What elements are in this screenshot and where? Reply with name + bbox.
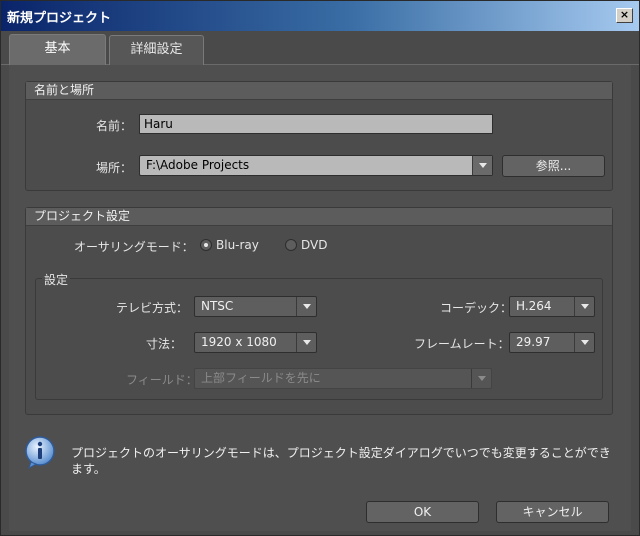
authoring-mode-label: オーサリングモード：: [74, 240, 194, 254]
location-dropdown[interactable]: F:\Adobe Projects: [139, 155, 493, 176]
chevron-down-icon[interactable]: [296, 297, 316, 316]
settings-subgroup-label: 設定: [42, 271, 71, 288]
name-field[interactable]: Haru: [139, 114, 493, 134]
name-label: 名前：: [96, 119, 133, 133]
cancel-button[interactable]: キャンセル: [496, 501, 609, 523]
field-order-value: 上部フィールドを先に: [201, 371, 321, 385]
tab-advanced-settings[interactable]: 詳細設定: [109, 35, 204, 66]
info-icon: [25, 436, 55, 469]
field-order-label: フィールド：: [126, 373, 198, 387]
chevron-down-icon[interactable]: [574, 297, 594, 316]
tab-strip: 基本 詳細設定: [1, 31, 639, 66]
settings-subgroup: 設定 テレビ方式： NTSC コーデック： H.264 寸法： 1920 x 1…: [35, 271, 603, 400]
frame-rate-dropdown[interactable]: 29.97: [509, 332, 595, 353]
tv-format-dropdown[interactable]: NTSC: [194, 296, 317, 317]
frame-rate-label: フレームレート：: [414, 337, 510, 351]
close-button[interactable]: ×: [616, 8, 633, 23]
frame-rate-value: 29.97: [516, 335, 551, 349]
title-bar[interactable]: 新規プロジェクト ×: [1, 1, 639, 31]
info-message: プロジェクトのオーサリングモードは、プロジェクト設定ダイアログでいつでも変更する…: [71, 446, 611, 476]
location-value: F:\Adobe Projects: [146, 158, 250, 172]
close-icon: ×: [619, 8, 630, 21]
authoring-bluray-radio[interactable]: [200, 239, 212, 251]
name-location-header: 名前と場所: [26, 82, 612, 100]
dimensions-label: 寸法：: [146, 337, 183, 351]
chevron-down-icon[interactable]: [296, 333, 316, 352]
name-location-group: 名前と場所 名前： Haru 場所： F:\Adobe Projects 参照.…: [25, 81, 613, 191]
dimensions-dropdown[interactable]: 1920 x 1080: [194, 332, 317, 353]
field-order-dropdown: 上部フィールドを先に: [194, 368, 492, 389]
browse-button[interactable]: 参照...: [502, 155, 605, 177]
ok-button[interactable]: OK: [366, 501, 479, 523]
codec-value: H.264: [516, 299, 552, 313]
project-settings-group: プロジェクト設定 オーサリングモード： Blu-ray DVD 設定 テレビ方式…: [25, 207, 613, 415]
codec-dropdown[interactable]: H.264: [509, 296, 595, 317]
project-settings-header: プロジェクト設定: [26, 208, 612, 226]
codec-label: コーデック：: [440, 301, 513, 315]
authoring-dvd-label[interactable]: DVD: [301, 238, 327, 252]
chevron-down-icon[interactable]: [472, 156, 492, 175]
authoring-bluray-label[interactable]: Blu-ray: [216, 238, 259, 252]
chevron-down-icon: [471, 369, 491, 388]
tab-content: 名前と場所 名前： Haru 場所： F:\Adobe Projects 参照.…: [9, 65, 631, 531]
chevron-down-icon[interactable]: [574, 333, 594, 352]
tab-basic[interactable]: 基本: [9, 34, 106, 66]
location-label: 場所：: [96, 161, 133, 175]
authoring-dvd-radio[interactable]: [285, 239, 297, 251]
tv-format-label: テレビ方式：: [116, 301, 189, 315]
new-project-dialog: 新規プロジェクト × 基本 詳細設定 名前と場所 名前： Haru 場所： F:…: [0, 0, 640, 536]
window-title: 新規プロジェクト: [7, 11, 112, 26]
tv-format-value: NTSC: [201, 299, 234, 313]
dimensions-value: 1920 x 1080: [201, 335, 277, 349]
